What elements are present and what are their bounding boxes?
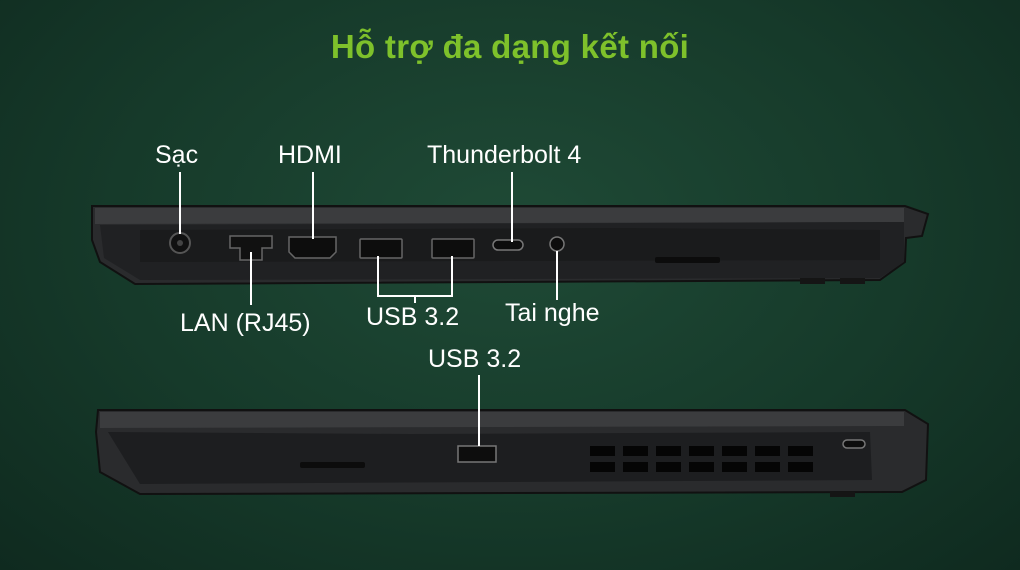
label-usb-right: USB 3.2 xyxy=(428,345,522,373)
usb-port-icon xyxy=(457,445,497,463)
headphone-jack-icon xyxy=(549,236,565,252)
usb-port-icon xyxy=(359,238,403,259)
label-lan: LAN (RJ45) xyxy=(180,309,311,337)
label-hdmi: HDMI xyxy=(278,141,342,169)
usb-port-icon xyxy=(431,238,475,259)
laptop-illustration xyxy=(91,172,930,497)
label-tai-nghe: Tai nghe xyxy=(505,299,600,327)
lock-slot-icon xyxy=(842,439,866,449)
label-sac: Sạc xyxy=(155,141,199,169)
hdmi-port-icon xyxy=(288,236,337,259)
thunderbolt-port-icon xyxy=(492,239,524,251)
label-usb-left: USB 3.2 xyxy=(366,303,460,331)
charging-port-icon xyxy=(169,232,191,254)
label-thunderbolt: Thunderbolt 4 xyxy=(427,141,582,169)
